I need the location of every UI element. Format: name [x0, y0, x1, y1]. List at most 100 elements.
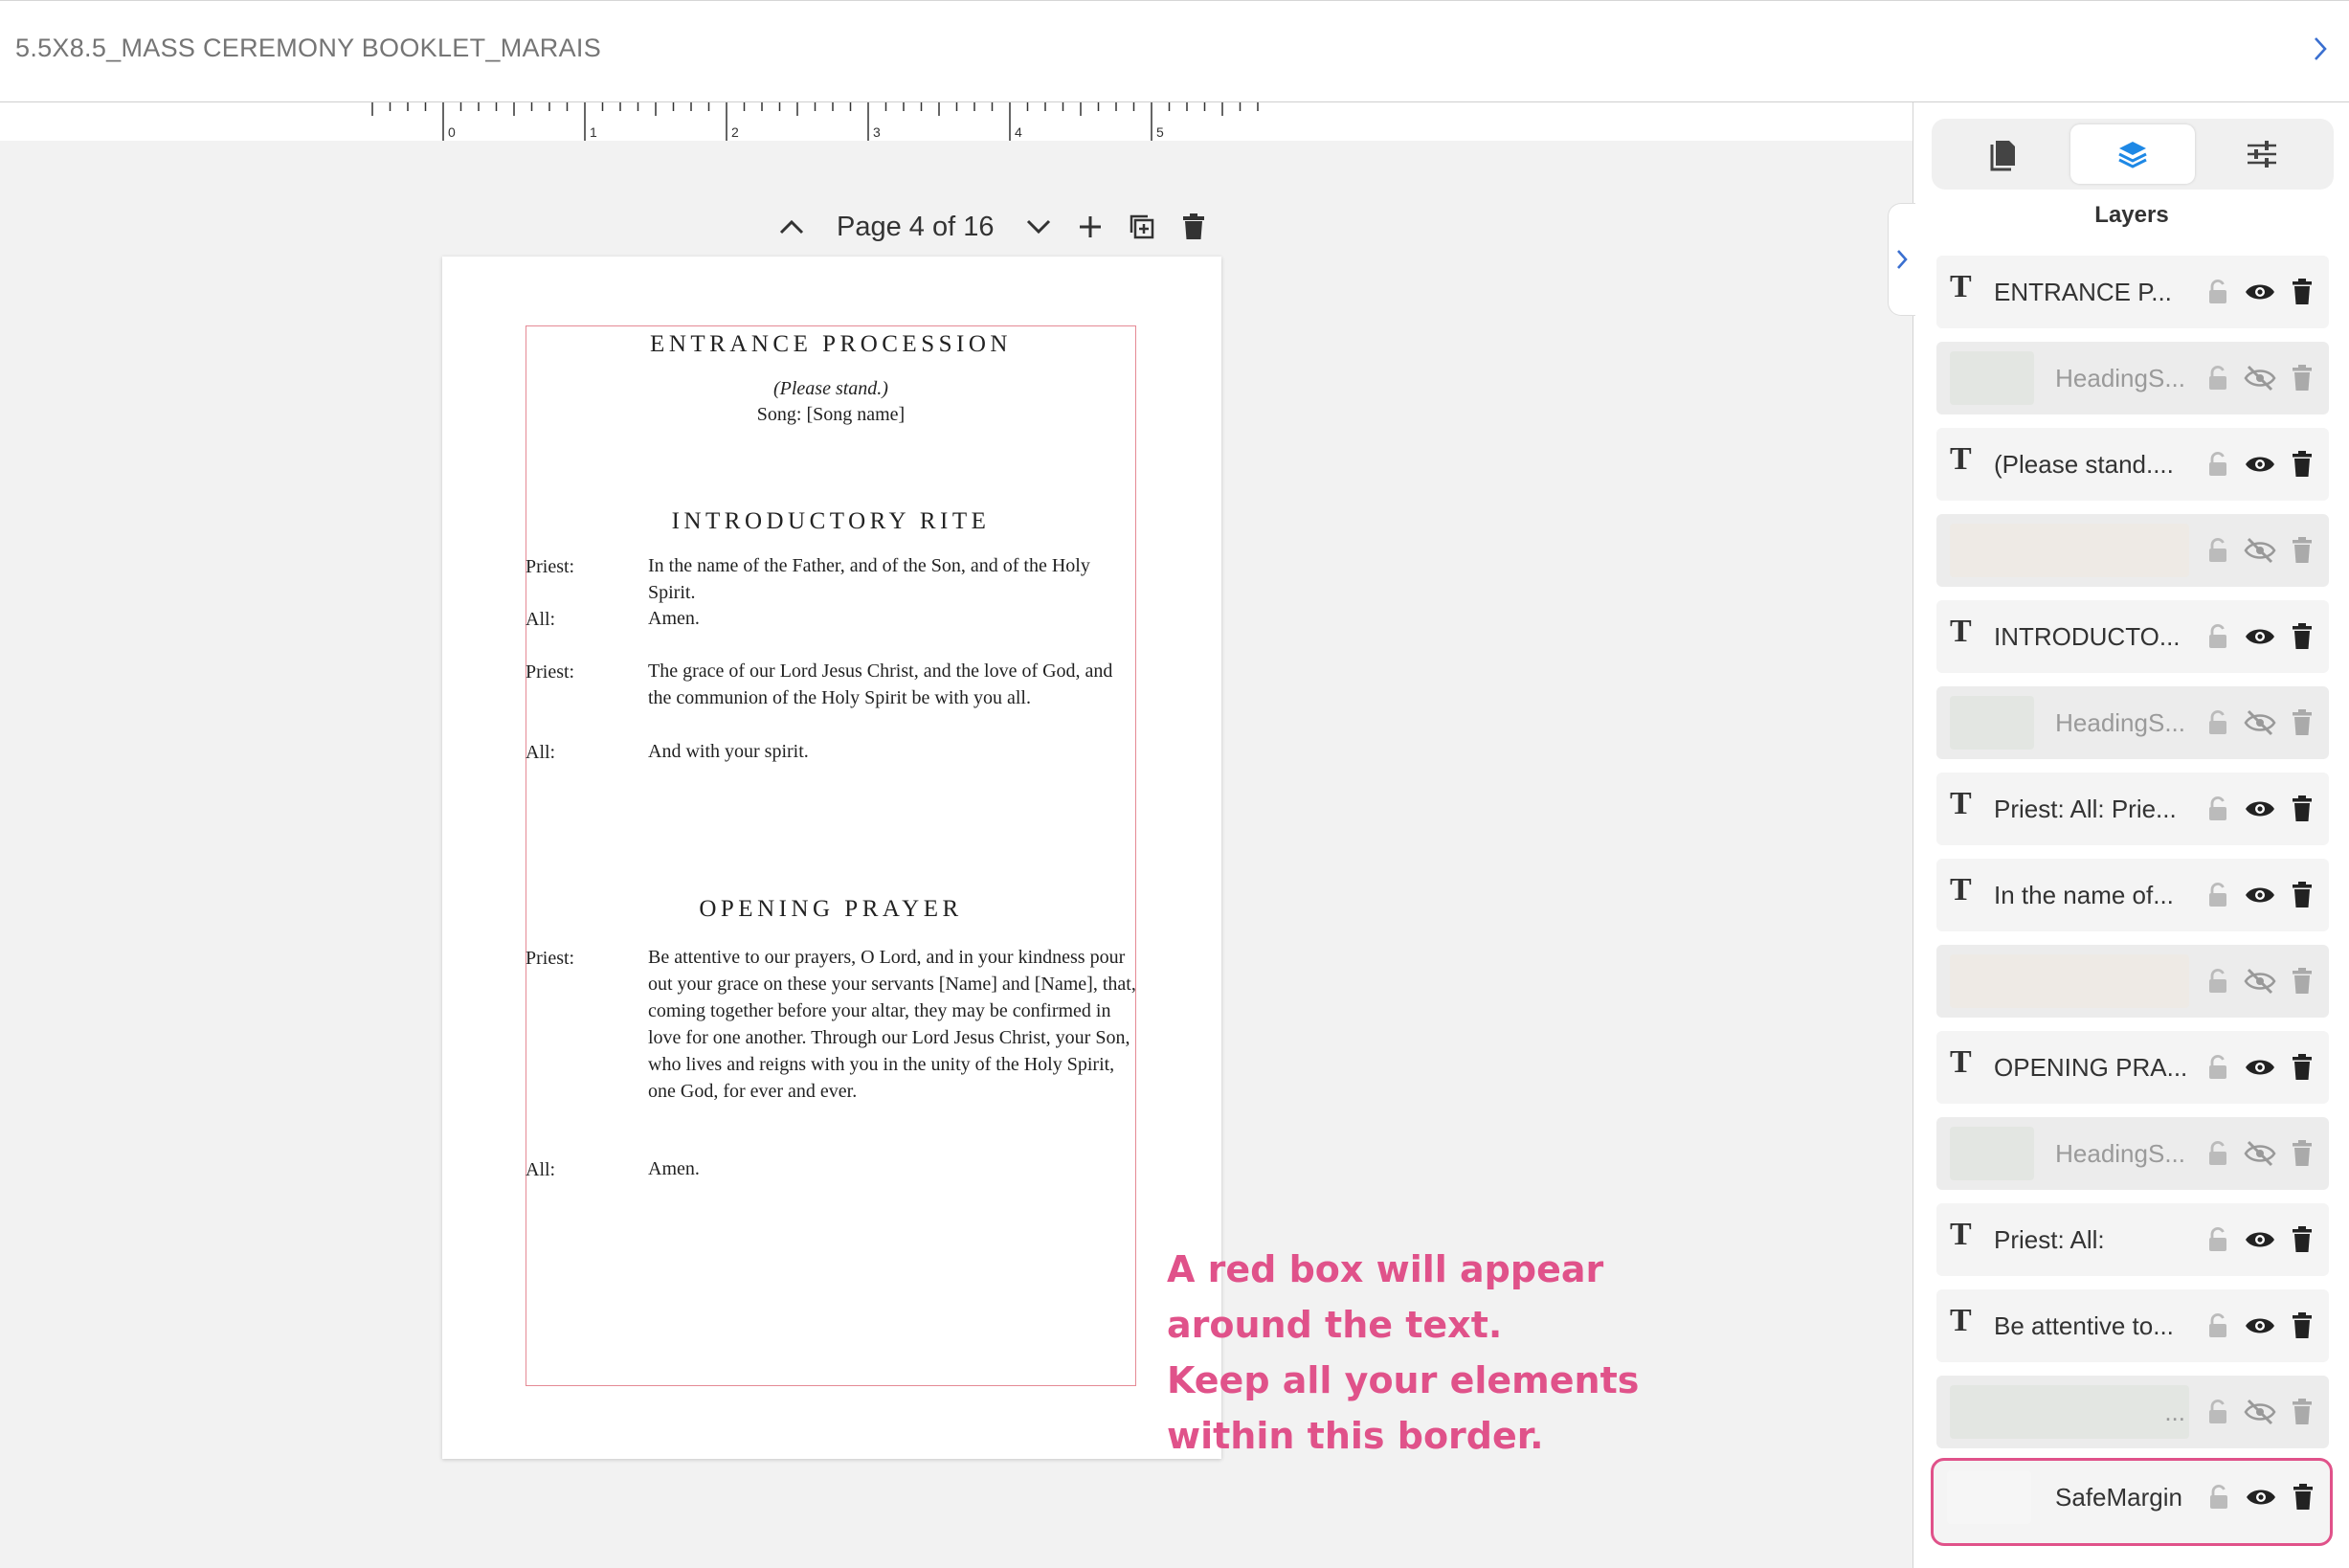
lock-icon[interactable]: [2201, 533, 2235, 568]
add-page-button[interactable]: [1064, 201, 1116, 253]
trash-icon[interactable]: [2285, 1050, 2319, 1085]
trash-icon[interactable]: [2285, 275, 2319, 309]
eye-icon[interactable]: [2243, 447, 2277, 482]
opening-prayer-heading[interactable]: OPENING PRAYER: [526, 896, 1136, 923]
layer-item[interactable]: HeadingS...: [1936, 342, 2329, 414]
layer-item[interactable]: T Priest: All:: [1936, 1203, 2329, 1276]
trash-icon[interactable]: [2285, 361, 2319, 395]
text-type-icon: T: [1950, 441, 1972, 477]
liturgy-text[interactable]: And with your spirit.: [648, 738, 1127, 765]
entrance-heading[interactable]: ENTRANCE PROCESSION: [526, 331, 1136, 358]
trash-icon[interactable]: [2285, 792, 2319, 826]
trash-icon[interactable]: [2285, 619, 2319, 654]
eye-off-icon[interactable]: [2243, 533, 2277, 568]
text-type-icon: T: [1950, 1044, 1972, 1080]
trash-icon[interactable]: [2285, 533, 2319, 568]
lock-icon[interactable]: [2201, 1136, 2235, 1171]
canvas-workspace: 0 1 2 3 4 5 Page 4 of 16 ENTRANCE PROCESSION …: [0, 102, 1913, 1568]
ruler-label: 1: [590, 124, 597, 140]
trash-icon[interactable]: [2285, 447, 2319, 482]
liturgy-text[interactable]: In the name of the Father, and of the So…: [648, 552, 1127, 606]
lock-icon[interactable]: [2202, 1480, 2236, 1514]
layer-name: HeadingS...: [2055, 708, 2185, 737]
eye-icon[interactable]: [2243, 1222, 2277, 1257]
liturgy-text[interactable]: Amen.: [648, 605, 1127, 632]
settings-sliders-icon: [2248, 141, 2276, 168]
layer-item[interactable]: T (Please stand....: [1936, 428, 2329, 501]
role-label: Priest:: [526, 661, 575, 683]
layer-item[interactable]: T INTRODUCTO...: [1936, 600, 2329, 673]
layer-item[interactable]: SafeMargin: [1931, 1458, 2333, 1546]
layer-item[interactable]: T Priest: All: Prie...: [1936, 773, 2329, 845]
trash-icon[interactable]: [2285, 1222, 2319, 1257]
layer-thumbnail: [1950, 524, 2189, 577]
eye-icon[interactable]: [2243, 1050, 2277, 1085]
eye-off-icon[interactable]: [2243, 964, 2277, 998]
layer-thumbnail: [1950, 954, 2189, 1008]
layers-panel: Layers T ENTRANCE P... HeadingS... T (Please…: [1913, 102, 2349, 1568]
trash-icon[interactable]: [2285, 1136, 2319, 1171]
previous-page-button[interactable]: [766, 201, 817, 253]
lock-icon[interactable]: [2201, 275, 2235, 309]
layer-item[interactable]: T In the name of...: [1936, 859, 2329, 931]
lock-icon[interactable]: [2201, 1309, 2235, 1343]
hint-line: Keep all your elements: [1167, 1359, 1640, 1401]
layer-item[interactable]: [1936, 945, 2329, 1018]
lock-icon[interactable]: [2201, 792, 2235, 826]
layer-item[interactable]: T OPENING PRA...: [1936, 1031, 2329, 1104]
lock-icon[interactable]: [2201, 1050, 2235, 1085]
lock-icon[interactable]: [2201, 619, 2235, 654]
chevron-right-icon[interactable]: [2303, 30, 2338, 68]
eye-icon[interactable]: [2243, 275, 2277, 309]
liturgy-text[interactable]: Be attentive to our prayers, O Lord, and…: [648, 944, 1136, 1105]
lock-icon[interactable]: [2201, 1395, 2235, 1429]
layer-item[interactable]: T ENTRANCE P...: [1936, 256, 2329, 328]
lock-icon[interactable]: [2201, 964, 2235, 998]
tab-layers[interactable]: [2070, 124, 2195, 184]
next-page-button[interactable]: [1013, 201, 1064, 253]
introductory-rite-heading[interactable]: INTRODUCTORY RITE: [526, 508, 1136, 535]
eye-off-icon[interactable]: [2243, 1136, 2277, 1171]
layers-list: T ENTRANCE P... HeadingS... T (Please stand.…: [1931, 256, 2333, 1559]
trash-icon[interactable]: [2285, 1395, 2319, 1429]
eye-icon[interactable]: [2243, 619, 2277, 654]
layers-icon: [2118, 142, 2147, 168]
delete-page-button[interactable]: [1168, 201, 1219, 253]
lock-icon[interactable]: [2201, 447, 2235, 482]
eye-off-icon[interactable]: [2243, 361, 2277, 395]
eye-icon[interactable]: [2243, 1309, 2277, 1343]
role-label: All:: [526, 609, 556, 630]
liturgy-text[interactable]: Amen.: [648, 1155, 1127, 1182]
document-page[interactable]: ENTRANCE PROCESSION (Please stand.) Song…: [442, 257, 1221, 1459]
trash-icon[interactable]: [2285, 964, 2319, 998]
trash-icon[interactable]: [2285, 706, 2319, 740]
eye-icon[interactable]: [2243, 878, 2277, 912]
eye-icon[interactable]: [2244, 1480, 2278, 1514]
trash-icon[interactable]: [2285, 1309, 2319, 1343]
ruler-label: 0: [448, 124, 456, 140]
tab-pages[interactable]: [1941, 124, 2066, 184]
song-text[interactable]: Song: [Song name]: [526, 404, 1136, 426]
please-stand-text[interactable]: (Please stand.): [526, 378, 1136, 400]
duplicate-page-button[interactable]: [1116, 201, 1168, 253]
layer-item[interactable]: ...: [1936, 1376, 2329, 1448]
lock-icon[interactable]: [2201, 1222, 2235, 1257]
layer-item[interactable]: [1936, 514, 2329, 587]
trash-icon[interactable]: [2286, 1480, 2320, 1514]
liturgy-text[interactable]: The grace of our Lord Jesus Christ, and …: [648, 658, 1127, 711]
eye-off-icon[interactable]: [2243, 1395, 2277, 1429]
collapse-panel-button[interactable]: [1888, 203, 1915, 316]
lock-icon[interactable]: [2201, 706, 2235, 740]
text-type-icon: T: [1950, 1303, 1972, 1338]
eye-icon[interactable]: [2243, 792, 2277, 826]
layer-item[interactable]: T Be attentive to...: [1936, 1289, 2329, 1362]
text-type-icon: T: [1950, 1217, 1972, 1252]
lock-icon[interactable]: [2201, 361, 2235, 395]
layer-item[interactable]: HeadingS...: [1936, 1117, 2329, 1190]
tab-settings[interactable]: [2200, 124, 2324, 184]
trash-icon[interactable]: [2285, 878, 2319, 912]
top-bar: 5.5X8.5_MASS CEREMONY BOOKLET_MARAIS: [0, 0, 2349, 102]
eye-off-icon[interactable]: [2243, 706, 2277, 740]
layer-item[interactable]: HeadingS...: [1936, 686, 2329, 759]
lock-icon[interactable]: [2201, 878, 2235, 912]
